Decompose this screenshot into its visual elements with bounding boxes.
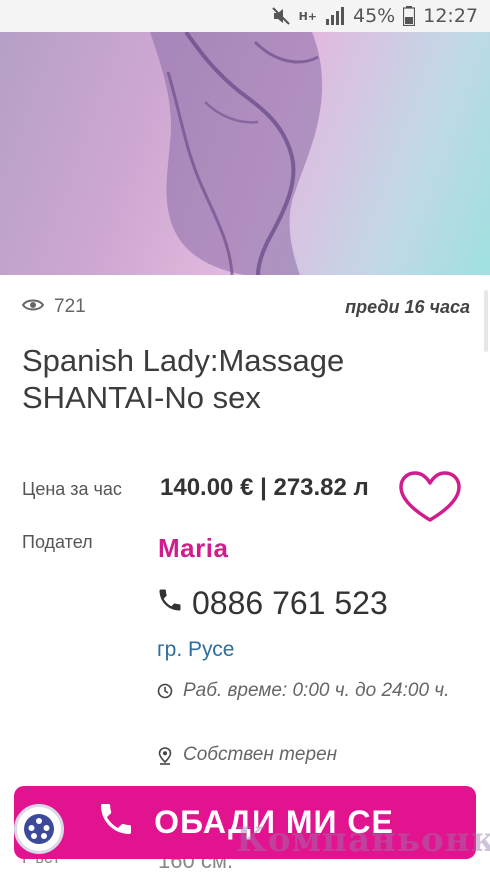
- phone-number: 0886 761 523: [192, 585, 388, 621]
- price-label: Цена за час: [22, 479, 122, 499]
- phone-number-link[interactable]: 0886 761 523: [156, 585, 388, 622]
- seller-name[interactable]: Maria: [158, 533, 228, 564]
- location-type: Собствен терен: [157, 740, 337, 775]
- phone-icon: [156, 585, 192, 622]
- watermark: Компаньонки: [236, 820, 490, 860]
- city-link[interactable]: гр. Русе: [157, 638, 234, 662]
- hero-image[interactable]: [0, 32, 490, 275]
- battery-percent: 45%: [353, 5, 396, 27]
- working-hours: Раб. време: 0:00 ч. до 24:00 ч.: [157, 676, 467, 709]
- chat-bubble-icon[interactable]: [14, 804, 64, 854]
- location-pin-icon: [157, 740, 183, 775]
- scrollbar[interactable]: [484, 290, 488, 352]
- eye-icon: [21, 296, 54, 318]
- posted-time: преди 16 часа: [345, 296, 470, 317]
- network-type-icon: H+: [298, 9, 317, 23]
- clock-time: 12:27: [423, 5, 478, 27]
- listing-meta: 721 преди 16 часа: [21, 293, 470, 321]
- status-bar: H+ 45% 12:27: [0, 0, 490, 32]
- woman-silhouette-illustration: [150, 32, 323, 275]
- signal-icon: [325, 7, 345, 25]
- views-counter: 721: [21, 296, 86, 318]
- seller-label: Подател: [22, 532, 93, 552]
- views-count: 721: [54, 296, 86, 317]
- clock-icon: [157, 676, 183, 709]
- mute-icon: [271, 6, 291, 26]
- price-value: 140.00 € | 273.82 л: [160, 474, 369, 501]
- location-type-text: Собствен терен: [183, 744, 338, 765]
- heart-icon[interactable]: [398, 470, 462, 529]
- listing-title: Spanish Lady:Massage SHANTAI-No sex: [22, 343, 345, 415]
- battery-icon: [403, 6, 416, 26]
- phone-icon: [96, 799, 154, 847]
- working-hours-text: Раб. време: 0:00 ч. до 24:00 ч.: [183, 680, 450, 701]
